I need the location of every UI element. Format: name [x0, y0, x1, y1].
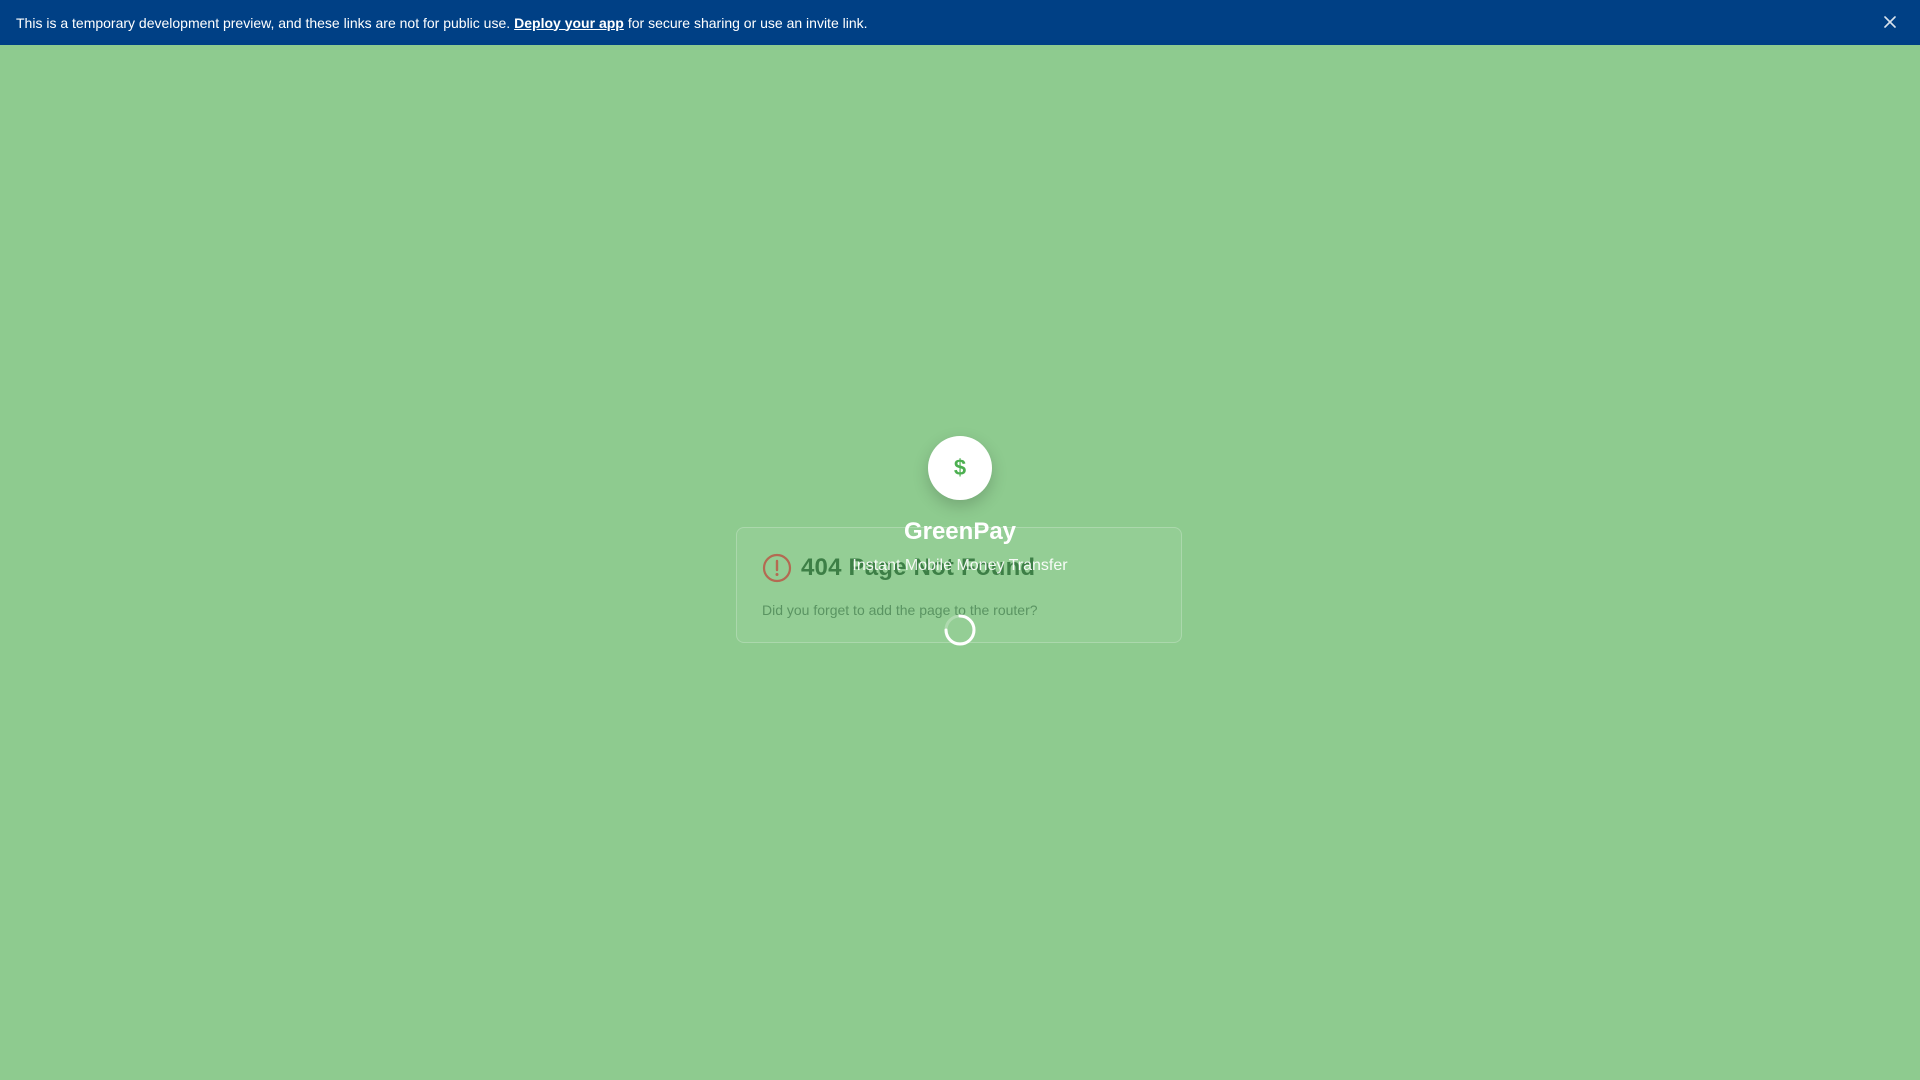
banner-text-after: for secure sharing or use an invite link… — [627, 14, 868, 31]
app-name: GreenPay — [903, 518, 1017, 545]
banner-text: This is a temporary development preview,… — [16, 14, 511, 31]
app-tagline: Instant Mobile Money Transfer — [852, 557, 1068, 574]
dev-preview-banner: This is a temporary development preview,… — [0, 0, 1920, 45]
dollar-icon: $ — [953, 455, 967, 480]
close-icon[interactable] — [1880, 12, 1900, 32]
deploy-app-link[interactable]: Deploy your app — [514, 15, 624, 31]
error-message: Did you forget to add the page to the ro… — [762, 602, 1038, 618]
app-logo: $ — [928, 436, 992, 500]
spinner-icon — [943, 613, 977, 647]
